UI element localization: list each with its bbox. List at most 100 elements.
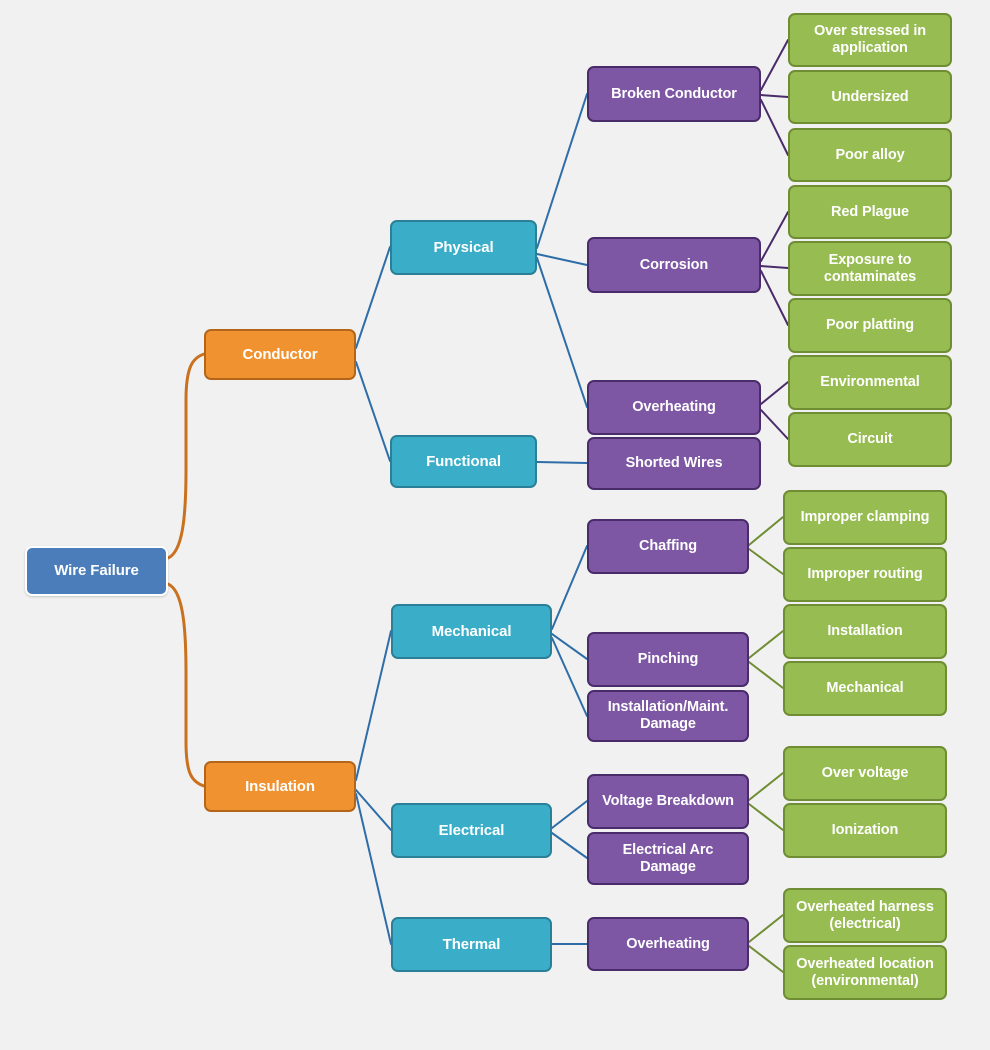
node-label: Over stressed in application [813, 23, 927, 56]
node-poorplat[interactable]: Poor platting [788, 298, 952, 353]
node-label: Broken Conductor [611, 85, 737, 102]
node-label: Environmental [820, 374, 920, 391]
node-label: Electrical Arc Damage [622, 841, 714, 875]
connector-mechanical-to-instdamage [551, 637, 588, 717]
node-label: Poor alloy [835, 146, 905, 163]
node-pinching[interactable]: Pinching [587, 632, 749, 687]
node-voltbreak[interactable]: Voltage Breakdown [587, 774, 749, 829]
connector-insulation-to-mechanical [355, 630, 392, 781]
node-shorted[interactable]: Shorted Wires [587, 437, 761, 490]
connector-overheat1-to-environ [760, 381, 789, 405]
node-label: Poor platting [825, 317, 915, 334]
connector-conductor-to-functional [355, 361, 391, 462]
node-installation[interactable]: Installation [783, 604, 947, 659]
connector-physical-to-overheat1 [536, 257, 588, 408]
node-corrosion[interactable]: Corrosion [587, 237, 761, 293]
node-root[interactable]: Wire Failure [25, 546, 168, 596]
connector-functional-to-shorted [536, 461, 588, 464]
node-overstress[interactable]: Over stressed in application [788, 13, 952, 67]
node-ioniz[interactable]: Ionization [783, 803, 947, 858]
node-instdamage[interactable]: Installation/Maint. Damage [587, 690, 749, 742]
node-electrical[interactable]: Electrical [391, 803, 552, 858]
connector-mechanical-to-pinching [551, 633, 588, 660]
node-label: Installation [827, 623, 903, 640]
connector-overheat2-to-ohharness [748, 914, 784, 943]
node-broken[interactable]: Broken Conductor [587, 66, 761, 122]
node-redplague[interactable]: Red Plague [788, 185, 952, 239]
connector-overheat1-to-circuit [760, 409, 789, 440]
connector-electrical-to-arcdamage [551, 832, 588, 859]
node-arcdamage[interactable]: Electrical Arc Damage [587, 832, 749, 885]
node-label: Over voltage [821, 765, 909, 782]
node-label: Physical [433, 238, 494, 256]
connector-insulation-to-electrical [355, 789, 392, 831]
node-label: Insulation [245, 777, 315, 795]
node-conductor[interactable]: Conductor [204, 329, 356, 380]
connector-broken-to-pooralloy [760, 99, 789, 156]
connector-broken-to-undersized [760, 94, 789, 98]
node-exposure[interactable]: Exposure to contaminates [788, 241, 952, 296]
node-environ[interactable]: Environmental [788, 355, 952, 410]
node-label: Chaffing [639, 538, 697, 555]
node-circuit[interactable]: Circuit [788, 412, 952, 467]
node-label: Thermal [442, 935, 501, 953]
node-overvolt[interactable]: Over voltage [783, 746, 947, 801]
node-mechanical4[interactable]: Mechanical [783, 661, 947, 716]
node-label: Corrosion [639, 256, 709, 273]
node-physical[interactable]: Physical [390, 220, 537, 275]
connector-conductor-to-physical [355, 246, 391, 349]
connector-pinching-to-mechanical4 [748, 661, 784, 689]
node-label: Electrical [438, 821, 505, 839]
connector-physical-to-corrosion [536, 253, 588, 266]
node-label: Overheating [632, 399, 716, 416]
node-thermal[interactable]: Thermal [391, 917, 552, 972]
node-label: Voltage Breakdown [602, 793, 734, 810]
connector-voltbreak-to-overvolt [748, 772, 784, 801]
connector-root-to-insulation [166, 582, 206, 788]
connector-chaffing-to-improute [748, 548, 784, 575]
node-label: Installation/Maint. Damage [607, 699, 729, 732]
node-label: Undersized [831, 88, 909, 105]
node-label: Improper routing [807, 566, 923, 583]
node-label: Ionization [831, 822, 899, 839]
node-chaffing[interactable]: Chaffing [587, 519, 749, 574]
node-label: Circuit [847, 431, 893, 448]
connector-corrosion-to-poorplat [760, 270, 789, 326]
node-pooralloy[interactable]: Poor alloy [788, 128, 952, 182]
node-label: Shorted Wires [625, 455, 723, 472]
connector-chaffing-to-impclamp [748, 516, 784, 546]
node-label: Exposure to contaminates [823, 251, 917, 285]
node-ohlocation[interactable]: Overheated location (environmental) [783, 945, 947, 1000]
node-label: Mechanical [431, 622, 512, 640]
connector-mechanical-to-chaffing [551, 545, 588, 630]
node-label: Overheated location (environmental) [796, 955, 934, 989]
connector-root-to-conductor [166, 352, 206, 560]
node-undersized[interactable]: Undersized [788, 70, 952, 124]
connector-broken-to-overstress [760, 39, 789, 91]
node-impclamp[interactable]: Improper clamping [783, 490, 947, 545]
connector-corrosion-to-redplague [760, 211, 789, 262]
node-label: Overheated harness (electrical) [796, 898, 934, 932]
node-insulation[interactable]: Insulation [204, 761, 356, 812]
connector-voltbreak-to-ioniz [748, 803, 784, 831]
diagram-canvas: Wire Failure Conductor Insulation Physical F… [0, 0, 990, 1050]
connector-overheat2-to-ohlocation [748, 945, 784, 973]
connector-physical-to-broken [536, 93, 588, 249]
node-overheat1[interactable]: Overheating [587, 380, 761, 435]
node-label: Pinching [637, 651, 699, 668]
node-label: Functional [426, 452, 501, 470]
node-overheat2[interactable]: Overheating [587, 917, 749, 971]
node-label: Overheating [626, 935, 710, 952]
node-improute[interactable]: Improper routing [783, 547, 947, 602]
connector-pinching-to-installation [748, 630, 784, 659]
node-label: Mechanical [826, 680, 904, 697]
connector-electrical-to-voltbreak [551, 800, 588, 829]
connector-insulation-to-thermal [355, 793, 392, 945]
node-label: Red Plague [831, 203, 909, 220]
node-ohharness[interactable]: Overheated harness (electrical) [783, 888, 947, 943]
node-functional[interactable]: Functional [390, 435, 537, 488]
node-mechanical[interactable]: Mechanical [391, 604, 552, 659]
connector-corrosion-to-exposure [760, 265, 789, 269]
node-label: Wire Failure [54, 562, 139, 580]
node-label: Improper clamping [800, 509, 930, 526]
